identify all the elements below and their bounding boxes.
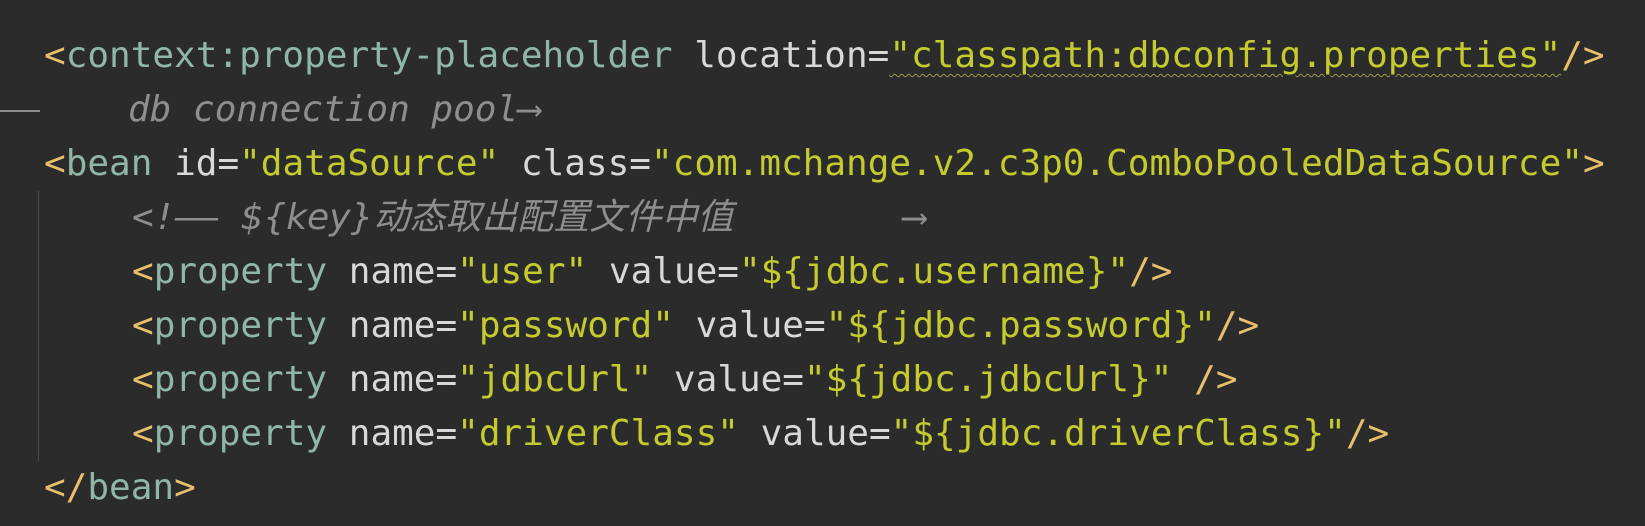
code-editor[interactable]: <context:property-placeholder location="… — [0, 0, 1645, 526]
equals-sign: = — [867, 35, 890, 76]
attribute-name: name — [348, 305, 436, 346]
attribute-value: "com.mchange.v2.c3p0.ComboPooledDataSour… — [650, 143, 1583, 184]
attribute-value: "${jdbc.username}" — [738, 251, 1130, 292]
attribute-value: "jdbcUrl" — [457, 359, 653, 400]
tag-name: property — [153, 359, 328, 400]
tag-name: property — [153, 413, 328, 454]
attribute-value: "password" — [457, 305, 674, 346]
attribute-name: name — [348, 359, 436, 400]
equals-sign: = — [868, 413, 891, 454]
code-line-2[interactable]: db connection pool⟶ — [0, 83, 540, 137]
code-line-8[interactable]: <property name="driverClass" value="${jd… — [132, 407, 1389, 461]
tag-name: bean — [87, 467, 175, 508]
equals-sign: = — [803, 305, 826, 346]
tag-open-bracket: < — [132, 251, 154, 292]
equals-sign: = — [717, 251, 739, 292]
tag-close-bracket: /> — [1561, 35, 1605, 76]
attribute-value: "driverClass" — [457, 413, 739, 454]
code-line-5[interactable]: <property name="user" value="${jdbc.user… — [132, 245, 1172, 299]
equals-sign: = — [435, 413, 458, 454]
attribute-value: "${jdbc.jdbcUrl}" — [803, 359, 1173, 400]
attribute-value: "classpath:dbconfig.properties" — [889, 35, 1562, 76]
tag-open-bracket: < — [44, 143, 66, 184]
attribute-value: "${jdbc.driverClass}" — [890, 413, 1346, 454]
code-line-4[interactable]: <!—— ${key}动态取出配置文件中值 ⟶ — [132, 191, 925, 245]
comment-text: ${key}动态取出配置文件中值 — [240, 197, 734, 238]
attribute-value: "user" — [457, 251, 588, 292]
attribute-name: name — [348, 413, 436, 454]
equals-sign: = — [435, 251, 458, 292]
tag-close-bracket: > — [1582, 143, 1605, 184]
attribute-name: location — [694, 35, 868, 76]
comment-text: db connection pool — [128, 89, 519, 130]
tag-open-bracket: < — [132, 359, 154, 400]
equals-sign: = — [629, 143, 651, 184]
tag-open-bracket: < — [132, 305, 154, 346]
tag-name: property — [153, 305, 328, 346]
tag-open-bracket: </ — [44, 467, 88, 508]
comment-start: <!—— — [132, 197, 219, 238]
attribute-value: "${jdbc.password}" — [825, 305, 1216, 346]
attribute-name: value — [608, 251, 718, 292]
code-line-6[interactable]: <property name="password" value="${jdbc.… — [132, 299, 1259, 353]
code-line-7[interactable]: <property name="jdbcUrl" value="${jdbc.j… — [132, 353, 1238, 407]
indent-guide — [38, 191, 39, 461]
code-line-3[interactable]: <bean id="dataSource" class="com.mchange… — [44, 137, 1605, 191]
tag-close-bracket: /> — [1345, 413, 1390, 454]
attribute-name: value — [673, 359, 783, 400]
tag-name: bean — [65, 143, 153, 184]
attribute-value: "dataSource" — [239, 143, 500, 184]
comment-end-arrow: ⟶ — [518, 89, 540, 130]
attribute-name: value — [760, 413, 869, 454]
tag-open-bracket: < — [44, 35, 66, 76]
tag-close-bracket: > — [174, 467, 196, 508]
tag-name: context:property-placeholder — [65, 35, 673, 76]
code-line-9[interactable]: </bean> — [44, 461, 196, 515]
tag-close-bracket: /> — [1129, 251, 1173, 292]
attribute-name: value — [695, 305, 804, 346]
tag-name: property — [153, 251, 328, 292]
tag-close-bracket: /> — [1194, 359, 1238, 400]
code-line-1[interactable]: <context:property-placeholder location="… — [44, 29, 1605, 83]
tag-open-bracket: < — [132, 413, 154, 454]
attribute-name: class — [520, 143, 630, 184]
equals-sign: = — [782, 359, 804, 400]
comment-end-arrow: ⟶ — [903, 197, 926, 238]
equals-sign: = — [217, 143, 240, 184]
equals-sign: = — [435, 305, 458, 346]
tag-close-bracket: /> — [1215, 305, 1260, 346]
attribute-name: name — [348, 251, 436, 292]
attribute-name: id — [174, 143, 218, 184]
equals-sign: = — [435, 359, 458, 400]
